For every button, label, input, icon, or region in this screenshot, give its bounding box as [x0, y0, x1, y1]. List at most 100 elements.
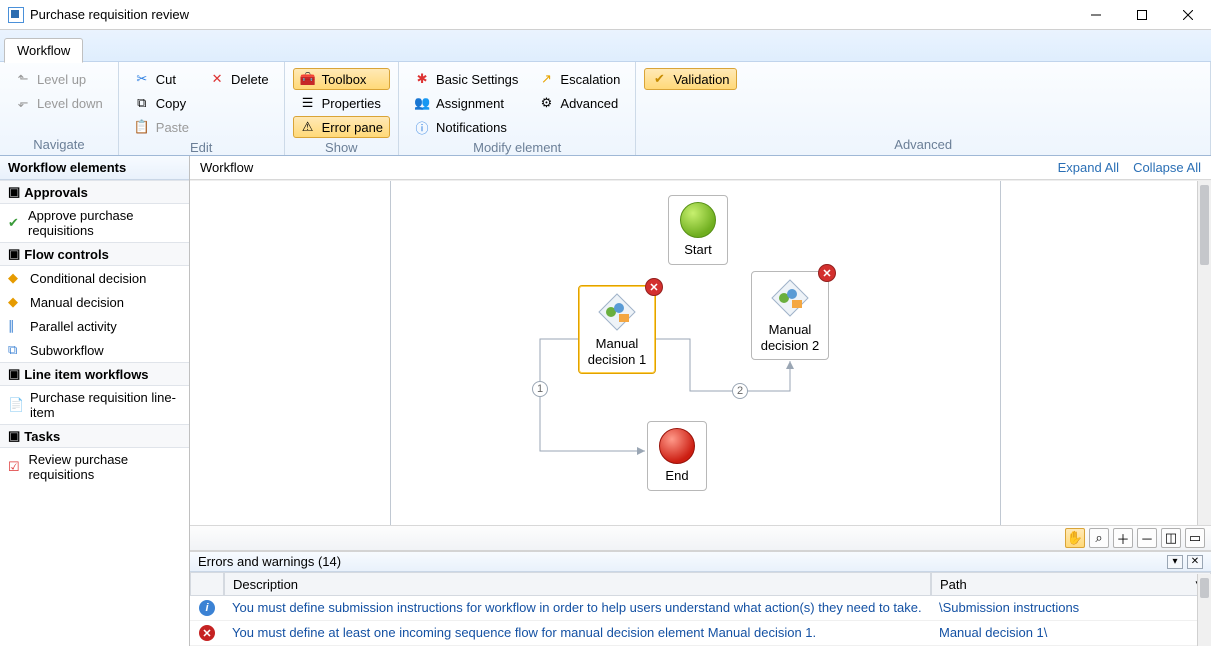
tool-subworkflow[interactable]: ⧉Subworkflow [0, 338, 189, 362]
canvas-scrollbar[interactable] [1197, 181, 1211, 525]
review-icon: ☑ [8, 459, 22, 475]
tool-manual-decision[interactable]: ◆ Manual decision [0, 290, 189, 314]
expand-all-link[interactable]: Expand All [1058, 160, 1119, 175]
ribbon-group-show: 🧰Toolbox ☰Properties ⚠Error pane Show [285, 62, 399, 155]
advanced-icon: ⚙ [538, 95, 554, 111]
errors-scrollbar[interactable] [1197, 574, 1211, 646]
error-pane-button[interactable]: ⚠Error pane [293, 116, 390, 138]
errors-title-text: Errors and warnings (14) [198, 554, 1163, 569]
row-icon-cell: i [190, 596, 224, 621]
tool-purchase-requisition-line-item[interactable]: 📄 Purchase requisition line-item [0, 386, 189, 424]
minimize-button[interactable] [1073, 0, 1119, 30]
tool-lineitem-label: Purchase requisition line-item [30, 390, 181, 420]
node-end[interactable]: End [647, 421, 707, 491]
title-bar: Purchase requisition review [0, 0, 1211, 30]
col-path[interactable]: Path▾ [931, 572, 1211, 596]
copy-icon: ⧉ [134, 95, 150, 111]
asterisk-icon: ✱ [414, 71, 430, 87]
ribbon: ⬑ Level up ⬐ Level down Navigate ✂Cut ⧉ C… [0, 62, 1211, 156]
fit-to-window-button[interactable]: ◫ [1161, 528, 1181, 548]
level-down-button: ⬐ Level down [8, 92, 110, 114]
maximize-button[interactable] [1119, 0, 1165, 30]
group-label-modify: Modify element [407, 138, 627, 158]
tool-review-label: Review purchase requisitions [28, 452, 181, 482]
properties-button[interactable]: ☰Properties [293, 92, 390, 114]
info-icon: i [199, 600, 215, 616]
line-item-icon: 📄 [8, 397, 24, 413]
cut-label: Cut [156, 72, 176, 87]
level-up-icon: ⬑ [15, 71, 31, 87]
delete-icon: ✕ [209, 71, 225, 87]
collapse-icon: ▣ [8, 366, 20, 382]
validation-icon: ✔ [651, 71, 667, 87]
col-description[interactable]: Description [224, 572, 931, 596]
col-path-label: Path [940, 577, 967, 592]
node-end-label: End [665, 468, 688, 484]
notifications-button[interactable]: ⓘNotifications [407, 116, 525, 138]
node-manual-decision-2[interactable]: ✕ Manual decision 2 [751, 271, 829, 360]
error-badge-icon: ✕ [818, 264, 836, 282]
tool-subworkflow-label: Subworkflow [30, 343, 104, 358]
col-description-label: Description [233, 577, 298, 592]
approve-icon: ✔ [8, 215, 22, 231]
category-line-item-workflows[interactable]: ▣Line item workflows [0, 362, 189, 386]
tool-conditional-decision[interactable]: ◆Conditional decision [0, 266, 189, 290]
paste-icon: 📋 [134, 119, 150, 135]
escalation-label: Escalation [560, 72, 620, 87]
zoom-out-button[interactable]: － [1137, 528, 1157, 548]
row-path: \Submission instructions [931, 596, 1211, 621]
col-icon[interactable] [190, 572, 224, 596]
end-icon [659, 428, 695, 464]
errors-close-button[interactable]: ✕ [1187, 555, 1203, 569]
toolbox-button[interactable]: 🧰Toolbox [293, 68, 390, 90]
node-manual-decision-1[interactable]: ✕ Manual decision 1 [578, 285, 656, 374]
errors-dropdown-button[interactable]: ▾ [1167, 555, 1183, 569]
decision-diamond-icon [597, 292, 637, 332]
ribbon-group-navigate: ⬑ Level up ⬐ Level down Navigate [0, 62, 119, 155]
advanced-button[interactable]: ⚙Advanced [531, 92, 627, 114]
actual-size-button[interactable]: ▭ [1185, 528, 1205, 548]
toolbox-label: Toolbox [322, 72, 367, 87]
tool-parallel-activity[interactable]: ∥ Parallel activity [0, 314, 189, 338]
category-approvals[interactable]: ▣Approvals [0, 180, 189, 204]
tool-manual-label: Manual decision [30, 295, 124, 310]
error-badge-icon: ✕ [645, 278, 663, 296]
validation-button[interactable]: ✔Validation [644, 68, 736, 90]
node-start-label: Start [684, 242, 711, 258]
assignment-label: Assignment [436, 96, 504, 111]
level-up-button: ⬑ Level up [8, 68, 110, 90]
group-label-navigate: Navigate [8, 135, 110, 155]
notifications-label: Notifications [436, 120, 507, 135]
node-start[interactable]: Start [668, 195, 728, 265]
copy-label: Copy [156, 96, 186, 111]
row-description: You must define at least one incoming se… [224, 621, 931, 646]
window-controls [1073, 0, 1211, 30]
basic-settings-button[interactable]: ✱ Basic Settings [407, 68, 525, 90]
node-md1-label: Manual decision 1 [588, 336, 647, 367]
decision-diamond-icon [770, 278, 810, 318]
collapse-all-link[interactable]: Collapse All [1133, 160, 1201, 175]
cut-button[interactable]: ✂Cut [127, 68, 196, 90]
main-body: Workflow elements ▣Approvals ✔Approve pu… [0, 156, 1211, 646]
close-button[interactable] [1165, 0, 1211, 30]
zoom-select-button[interactable]: ⌕ [1089, 528, 1109, 548]
tool-review-purchase-requisitions[interactable]: ☑ Review purchase requisitions [0, 448, 189, 486]
tab-workflow[interactable]: Workflow [4, 38, 83, 63]
workflow-canvas[interactable]: 1 2 Start ✕ Manual decision 1 ✕ Manual d… [190, 180, 1211, 525]
escalation-icon: ↗ [538, 71, 554, 87]
manual-icon: ◆ [8, 294, 24, 310]
basic-settings-label: Basic Settings [436, 72, 518, 87]
zoom-in-button[interactable]: ＋ [1113, 528, 1133, 548]
pan-tool-button[interactable]: ✋ [1065, 528, 1085, 548]
diamond-icon: ◆ [8, 270, 24, 286]
row-description: You must define submission instructions … [224, 596, 931, 621]
assignment-button[interactable]: 👥Assignment [407, 92, 525, 114]
copy-button[interactable]: ⧉ Copy [127, 92, 196, 114]
tool-parallel-label: Parallel activity [30, 319, 117, 334]
delete-button[interactable]: ✕Delete [202, 68, 276, 90]
category-tasks[interactable]: ▣Tasks [0, 424, 189, 448]
parallel-icon: ∥ [8, 318, 24, 334]
category-flow-controls[interactable]: ▣Flow controls [0, 242, 189, 266]
tool-approve-purchase-requisitions[interactable]: ✔Approve purchase requisitions [0, 204, 189, 242]
escalation-button[interactable]: ↗ Escalation [531, 68, 627, 90]
